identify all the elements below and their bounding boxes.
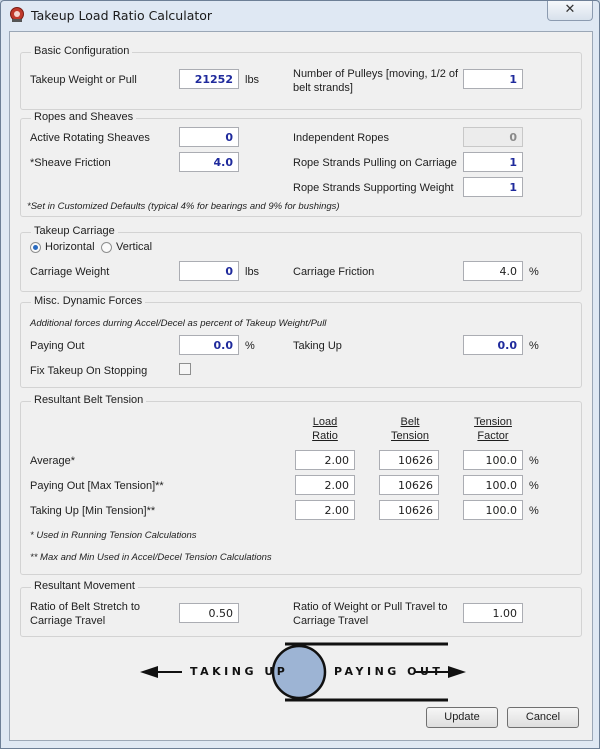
resultant-movement-group: Resultant Movement Ratio of Belt Stretch… [20,580,582,637]
belt-tension-cell: 10626 [379,450,439,470]
group-title: Resultant Belt Tension [31,394,147,406]
takeup-weight-label: Takeup Weight or Pull [30,74,137,86]
independent-ropes-input: 0 [463,127,523,147]
group-title: Ropes and Sheaves [31,111,137,123]
paying-out-arrow-head [448,666,466,678]
vertical-label[interactable]: Vertical [116,241,152,253]
carriage-weight-input[interactable]: 0 [179,261,239,281]
app-logo-icon [10,7,24,22]
tension-row-label: Paying Out [Max Tension]** [30,480,164,492]
sheave-friction-input[interactable]: 4.0 [179,152,239,172]
group-title: Resultant Movement [31,580,138,592]
takeup-direction-diagram: TAKING UP PAYING OUT [138,642,468,702]
tension-factor-unit: % [529,505,539,517]
belt-tension-group: Resultant Belt Tension Load Ratio Belt T… [20,394,582,575]
belt-tension-cell: 10626 [379,475,439,495]
carriage-weight-label: Carriage Weight [30,266,110,278]
pulleys-label: Number of Pulleys [moving, 1/2 of belt s… [293,68,459,94]
taking-up-label: Taking Up [293,340,342,352]
group-title: Misc. Dynamic Forces [31,295,146,307]
taking-up-unit: % [529,340,539,352]
fix-takeup-checkbox[interactable] [179,363,191,375]
belt-tension-cell: 10626 [379,500,439,520]
strands-supporting-input[interactable]: 1 [463,177,523,197]
tension-note-accel: ** Max and Min Used in Accel/Decel Tensi… [30,552,272,563]
paying-out-label: Paying Out [30,340,85,352]
horizontal-radio[interactable] [30,242,41,253]
strands-pulling-input[interactable]: 1 [463,152,523,172]
app-window: Takeup Load Ratio Calculator ✕ Basic Con… [0,0,600,749]
ropes-and-sheaves-group: Ropes and Sheaves Active Rotating Sheave… [20,111,582,217]
vertical-radio[interactable] [101,242,112,253]
tension-factor-cell: 100.0 [463,450,523,470]
tension-note-running: * Used in Running Tension Calculations [30,530,197,541]
group-title: Basic Configuration [31,45,133,57]
sheave-friction-label: *Sheave Friction [30,157,111,169]
taking-up-arrow-head [140,666,158,678]
update-button[interactable]: Update [426,707,498,728]
load-ratio-cell: 2.00 [295,450,355,470]
tension-factor-cell: 100.0 [463,500,523,520]
paying-out-unit: % [245,340,255,352]
belt-stretch-label: Ratio of Belt Stretch to Carriage Travel [30,601,141,627]
window-title: Takeup Load Ratio Calculator [31,8,213,23]
title-bar[interactable]: Takeup Load Ratio Calculator ✕ [1,1,599,31]
tension-factor-unit: % [529,480,539,492]
pull-travel-output: 1.00 [463,603,523,623]
takeup-weight-unit: lbs [245,74,260,86]
strands-supporting-label: Rope Strands Supporting Weight [293,182,454,194]
belt-stretch-output: 0.50 [179,603,239,623]
fix-takeup-label: Fix Takeup On Stopping [30,365,148,377]
close-icon: ✕ [564,2,576,17]
group-title: Takeup Carriage [31,225,118,237]
paying-out-caption: PAYING OUT [334,665,444,678]
paying-out-input[interactable]: 0.0 [179,335,239,355]
tension-factor-header: Tension Factor [474,416,512,442]
pulleys-input[interactable]: 1 [463,69,523,89]
sheave-friction-note: *Set in Customized Defaults (typical 4% … [27,201,340,212]
tension-row-label: Average* [30,455,76,467]
cancel-button[interactable]: Cancel [507,707,579,728]
dynamic-forces-note: Additional forces durring Accel/Decel as… [30,318,327,329]
independent-ropes-label: Independent Ropes [293,132,390,144]
taking-up-input[interactable]: 0.0 [463,335,523,355]
active-sheaves-input[interactable]: 0 [179,127,239,147]
load-ratio-cell: 2.00 [295,475,355,495]
horizontal-label[interactable]: Horizontal [45,241,95,253]
carriage-friction-unit: % [529,266,539,278]
takeup-carriage-group: Takeup Carriage Horizontal Vertical Carr… [20,225,582,292]
tension-factor-cell: 100.0 [463,475,523,495]
carriage-weight-unit: lbs [245,266,260,278]
belt-tension-header: Belt Tension [391,416,429,442]
dynamic-forces-group: Misc. Dynamic Forces Additional forces d… [20,295,582,388]
load-ratio-header: Load Ratio [312,416,338,442]
carriage-friction-input[interactable]: 4.0 [463,261,523,281]
strands-pulling-label: Rope Strands Pulling on Carriage [293,157,457,169]
taking-up-caption: TAKING UP [190,665,289,678]
carriage-friction-label: Carriage Friction [293,266,375,278]
active-sheaves-label: Active Rotating Sheaves [30,132,150,144]
pull-travel-label: Ratio of Weight or Pull Travel to Carria… [293,601,448,627]
load-ratio-cell: 2.00 [295,500,355,520]
close-button[interactable]: ✕ [547,1,593,21]
basic-configuration-group: Basic Configuration Takeup Weight or Pul… [20,45,582,110]
takeup-weight-input[interactable]: 21252 [179,69,239,89]
dialog-body: Basic Configuration Takeup Weight or Pul… [9,31,593,741]
tension-factor-unit: % [529,455,539,467]
tension-row-label: Taking Up [Min Tension]** [30,505,156,517]
